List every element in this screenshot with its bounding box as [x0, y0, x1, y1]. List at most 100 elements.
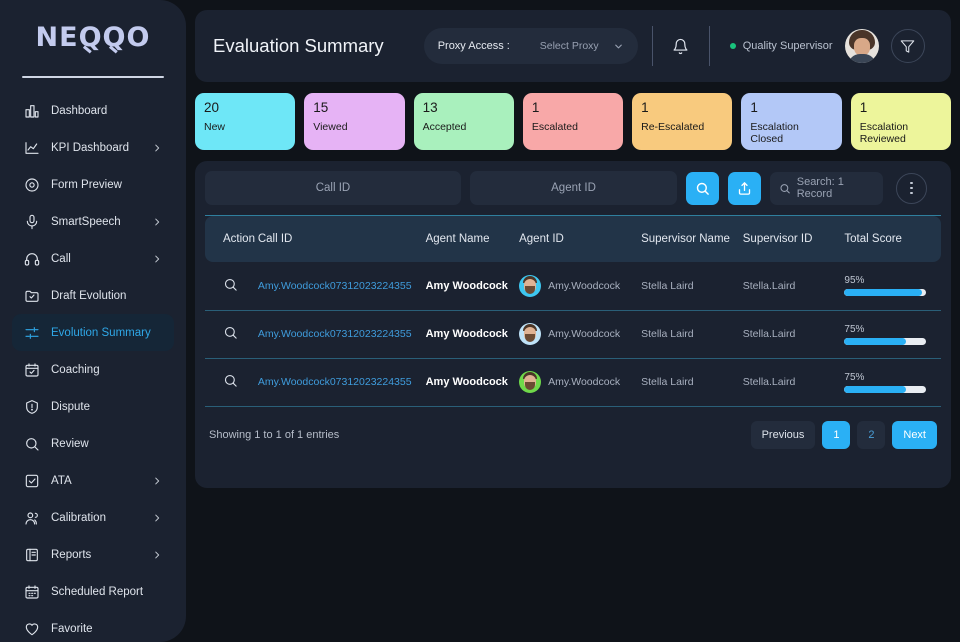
- column-header-call-id[interactable]: Call ID: [257, 216, 426, 262]
- stat-card-escalation-closed[interactable]: 1 Escalation Closed: [741, 93, 842, 150]
- column-header-agent-id[interactable]: Agent ID: [519, 216, 642, 262]
- column-header-supervisor-name[interactable]: Supervisor Name: [641, 216, 743, 262]
- status-dot-icon: [729, 43, 736, 49]
- magnifier-icon: [224, 374, 237, 387]
- microphone-icon: [24, 214, 40, 230]
- sidebar-item-evolution-summary[interactable]: Evolution Summary: [12, 314, 174, 351]
- column-header-agent-name[interactable]: Agent Name: [425, 216, 520, 262]
- score-percent-label: 75%: [844, 323, 865, 335]
- supervisor-id: Stella.Laird: [742, 262, 845, 311]
- bell-icon: [673, 38, 688, 54]
- call-id-link[interactable]: Amy.Woodcock07312023224355: [258, 376, 412, 388]
- pagination-controls: Previous 1 2 Next: [750, 420, 937, 449]
- pagination-page-1[interactable]: 1: [822, 420, 851, 449]
- stat-card-label: Escalation Reviewed: [859, 120, 909, 146]
- sidebar-item-form-preview[interactable]: Form Preview: [12, 166, 174, 203]
- agent-id-input[interactable]: Agent ID: [470, 171, 677, 205]
- heart-icon: [24, 621, 40, 637]
- call-id-link[interactable]: Amy.Woodcock07312023224355: [258, 280, 412, 292]
- table-row[interactable]: Amy.Woodcock07312023224355 Amy Woodcock Am…: [205, 310, 941, 359]
- more-options-button[interactable]: [896, 172, 927, 204]
- stat-card-row: 20 New 15 Viewed 13 Accepted 1 Escalated 1 Re-Esc…: [195, 93, 951, 150]
- chevron-right-icon: [155, 551, 160, 558]
- call-id-input[interactable]: Call ID: [205, 171, 461, 205]
- sidebar-item-coaching[interactable]: Coaching: [12, 351, 174, 388]
- brand-logo[interactable]: NEQQO: [0, 0, 186, 62]
- column-header-total-score[interactable]: Total Score: [844, 216, 941, 262]
- table-row[interactable]: Amy.Woodcock07312023224355 Amy Woodcock Am…: [205, 358, 941, 407]
- stat-card-count: 13: [422, 100, 438, 115]
- filter-button[interactable]: [890, 29, 925, 63]
- sidebar-item-label: ATA: [51, 474, 72, 487]
- sidebar-item-calibration[interactable]: Calibration: [12, 499, 174, 536]
- proxy-access-label: Proxy Access :: [437, 40, 510, 52]
- stat-card-viewed[interactable]: 15 Viewed: [304, 93, 405, 150]
- score-progress-bar: [844, 289, 927, 297]
- avatar-body: [847, 54, 876, 63]
- stat-card-label: Viewed: [313, 120, 348, 133]
- column-header-action[interactable]: Action: [205, 216, 258, 262]
- stat-card-escalation-reviewed[interactable]: 1 Escalation Reviewed: [850, 93, 951, 150]
- column-header-supervisor-id[interactable]: Supervisor ID: [742, 216, 845, 262]
- stat-card-count: 20: [204, 100, 220, 115]
- sidebar-item-label: Scheduled Report: [51, 585, 144, 598]
- sidebar-item-kpi-dashboard[interactable]: KPI Dashboard: [12, 129, 174, 166]
- sidebar: NEQQO Dashboard KPI Dashboard Form Preview…: [0, 0, 186, 642]
- score-percent-label: 75%: [844, 371, 865, 383]
- pagination-info: Showing 1 to 1 of 1 entries: [209, 428, 340, 441]
- pagination-previous[interactable]: Previous: [750, 420, 816, 449]
- pagination-next[interactable]: Next: [892, 420, 937, 449]
- agent-id: Amy.Woodcock: [548, 376, 621, 388]
- search-record-field[interactable]: Search: 1 Record: [770, 171, 883, 205]
- stat-card-escalated[interactable]: 1 Escalated: [522, 93, 624, 150]
- checkbox-icon: [24, 473, 40, 489]
- sidebar-item-scheduled-report[interactable]: Scheduled Report: [12, 573, 174, 610]
- funnel-icon: [900, 39, 915, 53]
- avatar[interactable]: [844, 29, 879, 63]
- sidebar-item-favorite[interactable]: Favorite: [12, 610, 174, 642]
- table-body: Amy.Woodcock07312023224355 Amy Woodcock Am…: [205, 262, 941, 407]
- sidebar-item-label: Draft Evolution: [51, 289, 127, 302]
- sidebar-item-review[interactable]: Review: [12, 425, 174, 462]
- sliders-icon: [24, 325, 40, 341]
- proxy-access-dropdown[interactable]: Proxy Access : Select Proxy: [423, 28, 638, 64]
- row-action-view[interactable]: [205, 310, 258, 359]
- chevron-right-icon: [155, 477, 160, 484]
- call-id-link[interactable]: Amy.Woodcock07312023224355: [258, 328, 412, 340]
- stat-card-re-escalated[interactable]: 1 Re-Escalated: [632, 93, 733, 150]
- stat-card-new[interactable]: 20 New: [195, 93, 296, 150]
- avatar: [519, 323, 542, 345]
- kebab-dot: [910, 191, 913, 195]
- total-score: 95%: [844, 275, 941, 297]
- book-icon: [24, 547, 40, 563]
- supervisor-id: Stella.Laird: [742, 358, 845, 407]
- search-icon: [696, 182, 709, 195]
- sidebar-item-draft-evolution[interactable]: Draft Evolution: [12, 277, 174, 314]
- kebab-dot: [910, 181, 913, 185]
- export-button[interactable]: [728, 171, 761, 205]
- agent-id: Amy.Woodcock: [548, 328, 621, 340]
- sidebar-item-call[interactable]: Call: [12, 240, 174, 277]
- stat-card-count: 1: [859, 100, 868, 115]
- notifications-button[interactable]: [667, 32, 695, 60]
- pagination-page-2[interactable]: 2: [857, 420, 886, 449]
- stat-card-label: Re-Escalated: [641, 120, 705, 133]
- sidebar-item-label: Reports: [51, 548, 92, 561]
- row-action-view[interactable]: [205, 262, 258, 311]
- sidebar-item-reports[interactable]: Reports: [12, 536, 174, 573]
- sidebar-item-dispute[interactable]: Dispute: [12, 388, 174, 425]
- users-icon: [24, 510, 40, 526]
- stat-card-accepted[interactable]: 13 Accepted: [413, 93, 514, 150]
- table-row[interactable]: Amy.Woodcock07312023224355 Amy Woodcock Am…: [205, 262, 941, 311]
- search-button[interactable]: [686, 171, 719, 205]
- sidebar-item-dashboard[interactable]: Dashboard: [12, 92, 174, 129]
- row-action-view[interactable]: [205, 358, 258, 407]
- chevron-right-icon: [155, 514, 160, 521]
- main-content: Evaluation Summary Proxy Access : Select…: [186, 0, 960, 642]
- sidebar-item-label: Evolution Summary: [51, 326, 151, 339]
- sidebar-item-ata[interactable]: ATA: [12, 462, 174, 499]
- sidebar-item-smartspeech[interactable]: SmartSpeech: [12, 203, 174, 240]
- table-header: Action Call ID Agent Name Agent ID Superviso…: [205, 216, 941, 262]
- agent-name: Amy Woodcock: [425, 328, 508, 340]
- table-header-row: Action Call ID Agent Name Agent ID Superviso…: [205, 216, 941, 262]
